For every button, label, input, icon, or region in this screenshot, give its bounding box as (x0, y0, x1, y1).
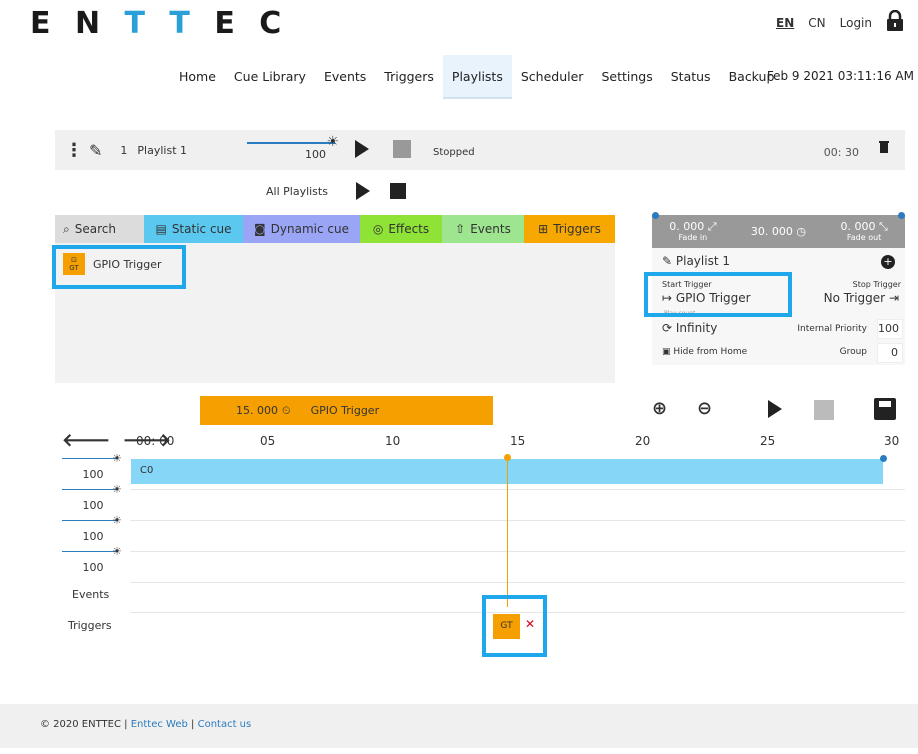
events-lane-label: Events (72, 588, 110, 601)
triggers-icon: ⊞ (538, 222, 549, 236)
playback-status: Stopped (433, 147, 475, 158)
lang-cn-link[interactable]: CN (808, 16, 825, 30)
all-playlists-label: All Playlists (266, 184, 328, 198)
group-label: Group (839, 347, 867, 357)
panel-handle-left[interactable] (652, 212, 659, 219)
add-circle-icon[interactable]: + (881, 255, 895, 269)
time-start: 00: 00 (136, 434, 175, 448)
current-datetime: Feb 9 2021 03:11:16 AM (766, 69, 914, 83)
cue-library-panel: ⌕ Search ▤ Static cue ◙ Dynamic cue ◎ Ef… (55, 215, 615, 383)
kebab-menu-icon[interactable]: ⋮ (65, 140, 83, 161)
play-count-value[interactable]: ⟳ Infinity (662, 321, 717, 335)
tab-search[interactable]: ⌕ Search (55, 215, 144, 243)
all-play-button[interactable] (355, 182, 370, 200)
palette-icon: ◎ (372, 222, 384, 236)
hide-from-home-toggle[interactable]: ▣ Hide from Home (662, 347, 747, 357)
stop-trigger-label: Stop Trigger (852, 280, 901, 289)
tab-triggers[interactable]: ⊞ Triggers (524, 215, 615, 243)
brightness-icon[interactable]: ☀ (326, 134, 339, 150)
level-slider[interactable]: ☀ 100 (247, 134, 339, 161)
playlist-duration: 00: 30 (823, 146, 859, 159)
edit-pencil-icon[interactable]: ✎ (89, 141, 102, 160)
tick-15: 15 (510, 434, 526, 448)
lane-brightness-icon[interactable]: ☀ (112, 483, 122, 496)
playlist-bar: ⋮ ✎ 1 Playlist 1 ☀ 100 Stopped 00: 30 (55, 130, 905, 170)
timeline-stop-button[interactable] (814, 400, 834, 420)
top-links: EN CN Login (776, 9, 904, 35)
tick-10: 10 (385, 434, 401, 448)
footer: © 2020 ENTTEC | Enttec Web | Contact us (0, 704, 918, 748)
highlight-box-library-item (52, 245, 186, 289)
highlight-box-start-trigger (644, 272, 792, 317)
playlist-name: Playlist 1 (137, 143, 187, 157)
lane-level-2[interactable]: 100 (68, 499, 118, 512)
static-cue-icon: ▤ (155, 222, 167, 236)
timer-icon: ⏲ (282, 403, 291, 417)
nav-status[interactable]: Status (662, 55, 720, 99)
search-icon: ⌕ (63, 222, 70, 236)
level-value: 100 (305, 148, 326, 161)
group-input[interactable]: 0 (877, 343, 903, 363)
lock-icon[interactable] (886, 9, 904, 35)
play-button[interactable] (355, 140, 369, 158)
trigger-marker-handle[interactable] (504, 454, 511, 461)
zoom-in-icon[interactable]: ⊕ (652, 398, 667, 419)
tick-05: 05 (260, 434, 276, 448)
timeline-play-button[interactable] (768, 400, 782, 418)
all-playlists-controls: All Playlists (266, 182, 406, 200)
highlight-box-trigger (482, 595, 547, 657)
save-icon[interactable] (874, 398, 896, 420)
lane-brightness-icon[interactable]: ☀ (112, 452, 122, 465)
internal-priority-label: Internal Priority (797, 324, 867, 334)
tab-dynamic-cue[interactable]: ◙ Dynamic cue (243, 215, 360, 243)
nav-cue-library[interactable]: Cue Library (225, 55, 315, 99)
duration-field[interactable]: 30. 000 ◷ (751, 226, 806, 237)
tick-25: 25 (760, 434, 776, 448)
trash-icon[interactable] (879, 140, 889, 157)
copyright-text: © 2020 ENTTEC (40, 719, 121, 730)
arrow-left-icon[interactable]: 🡐 (62, 430, 110, 451)
stop-trigger-value[interactable]: No Trigger ⇥ (824, 291, 899, 305)
nav-home[interactable]: Home (170, 55, 225, 99)
panel-handle-right[interactable] (898, 212, 905, 219)
dynamic-cue-icon: ◙ (254, 222, 266, 236)
cue-end-handle[interactable] (880, 455, 887, 462)
nav-playlists[interactable]: Playlists (442, 55, 512, 99)
login-link[interactable]: Login (840, 16, 872, 30)
playlist-number: 1 (120, 143, 128, 157)
lane-brightness-icon[interactable]: ☀ (112, 514, 122, 527)
props-playlist-name[interactable]: ✎ Playlist 1 (662, 254, 730, 268)
selected-item-label: GPIO Trigger (310, 404, 380, 417)
fade-in-field[interactable]: 0. 000 ⤢ Fade in (669, 221, 716, 243)
lang-en-link[interactable]: EN (776, 16, 794, 30)
fade-bar: 0. 000 ⤢ Fade in 30. 000 ◷ 0. 000 ⤡ Fade o… (652, 215, 905, 248)
zoom-out-icon[interactable]: ⊖ (697, 398, 712, 419)
trigger-marker-line (507, 457, 508, 607)
nav-triggers[interactable]: Triggers (375, 55, 443, 99)
lane-level-3[interactable]: 100 (68, 530, 118, 543)
fade-out-field[interactable]: 0. 000 ⤡ Fade out (840, 221, 887, 243)
internal-priority-input[interactable]: 100 (877, 319, 903, 339)
lane-level-1[interactable]: 100 (68, 468, 118, 481)
nav-events[interactable]: Events (315, 55, 375, 99)
events-icon: ⇧ (455, 222, 466, 236)
nav-scheduler[interactable]: Scheduler (512, 55, 593, 99)
lane-brightness-icon[interactable]: ☀ (112, 545, 122, 558)
lane-level-4[interactable]: 100 (68, 561, 118, 574)
contact-us-link[interactable]: Contact us (198, 719, 252, 730)
main-nav: Home Cue Library Events Triggers Playlis… (170, 55, 783, 99)
tab-static-cue[interactable]: ▤ Static cue (144, 215, 243, 243)
enttec-web-link[interactable]: Enttec Web (131, 719, 188, 730)
tick-20: 20 (635, 434, 651, 448)
tick-30: 30 (884, 434, 900, 448)
stop-button[interactable] (393, 140, 411, 158)
all-stop-button[interactable] (389, 183, 406, 199)
nav-settings[interactable]: Settings (592, 55, 661, 99)
triggers-lane-label: Triggers (68, 619, 112, 632)
tab-events[interactable]: ⇧ Events (442, 215, 524, 243)
selected-item-time[interactable]: 15. 000 (236, 404, 278, 417)
tab-effects[interactable]: ◎ Effects (360, 215, 442, 243)
timeline-selected-item-bar[interactable]: 15. 000 ⏲ GPIO Trigger (200, 396, 493, 425)
enttec-logo[interactable]: E N T T E C (30, 6, 288, 41)
